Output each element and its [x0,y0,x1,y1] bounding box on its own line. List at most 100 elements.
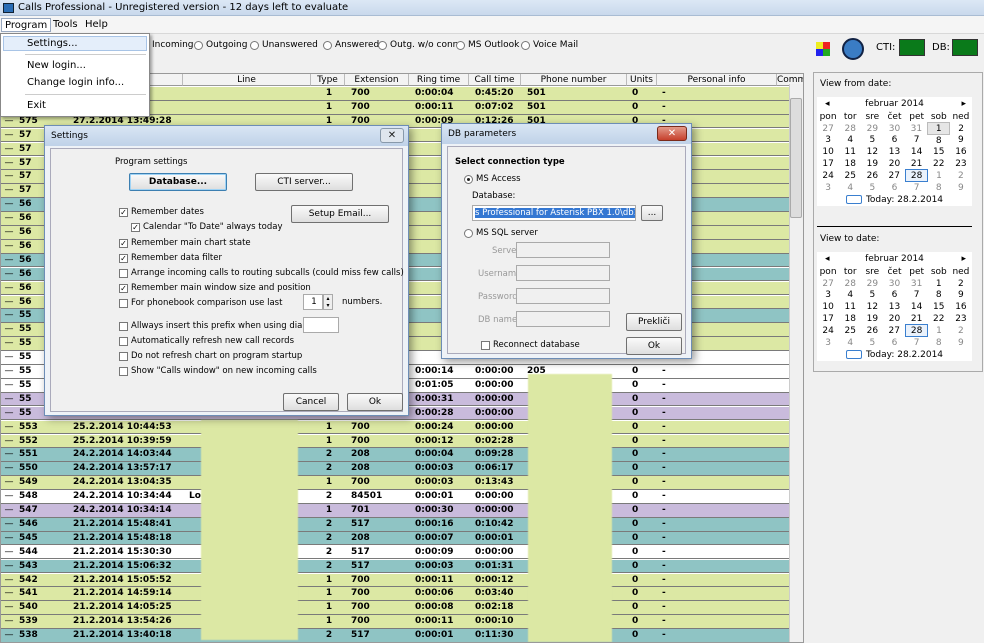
filter-voice-mail[interactable]: Voice Mail [521,40,578,50]
calendar-day[interactable]: 16 [950,301,972,313]
calendar-day[interactable]: 27 [817,278,839,290]
table-row[interactable]: — 545 21.2.2014 15:48:18 2 208 0:00:07 0:00:01… [1,531,789,546]
table-row[interactable]: — 548 24.2.2014 10:34:44 2 84501 0:00:01 0:00:… [1,490,789,504]
radio-icon[interactable] [464,228,473,238]
calendar-day[interactable]: 5 [861,290,883,302]
row-expander-icon[interactable]: — [3,532,15,545]
menu-program[interactable]: Program [1,18,52,32]
col-header-extension[interactable]: Extension [345,74,409,86]
calendar-day[interactable]: 12 [861,301,883,313]
calendar-day[interactable]: 5 [861,135,883,147]
row-expander-icon[interactable]: — [3,129,15,142]
table-row[interactable]: — 540 21.2.2014 14:05:25 1 700 0:00:08 0:02:18… [1,601,789,615]
calendar-day[interactable]: 9 [950,182,972,194]
calendar-day[interactable]: 7 [906,135,928,147]
table-row[interactable]: — 538 21.2.2014 13:40:18 2 517 0:00:01 0:11:30… [1,629,789,642]
calendar-day[interactable]: 4 [839,290,861,302]
opt-auto-refresh[interactable]: Automatically refresh new call records [119,336,294,346]
row-expander-icon[interactable]: — [3,170,15,183]
filter-incoming[interactable]: Incoming [152,40,194,50]
menu-item-change-login[interactable]: Change login info... [27,76,124,90]
filter-outg-wo-conn[interactable]: Outg. w/o conn. [378,40,461,50]
calendar-day[interactable]: 31 [906,278,928,290]
color-legend-icon[interactable] [816,42,830,56]
database-path-input[interactable]: s Professional for Asterisk PBX 1.0\db1.… [472,205,636,221]
calendar-day[interactable]: 20 [883,158,905,170]
calendar-day[interactable]: 2 [950,170,972,182]
col-header-call-time[interactable]: Call time [469,74,521,86]
calendar-day[interactable]: 3 [817,290,839,302]
menu-item-exit[interactable]: Exit [27,99,46,113]
col-header-personal-info[interactable]: Personal info [657,74,777,86]
calendar-day[interactable]: 5 [861,337,883,349]
scrollbar-thumb[interactable] [790,98,802,218]
row-expander-icon[interactable]: — [3,351,15,364]
row-expander-icon[interactable]: — [3,476,15,489]
opt-show-calls-window[interactable]: Show "Calls window" on new incoming call… [119,366,317,376]
table-row[interactable]: — 544 21.2.2014 15:30:30 2 517 0:00:09 0:00:00… [1,545,789,560]
calendar-day[interactable]: 6 [883,337,905,349]
row-expander-icon[interactable]: — [3,435,15,448]
calendar-day[interactable]: 4 [839,182,861,194]
calendar-day[interactable]: 25 [839,325,861,337]
checkbox-icon[interactable] [119,351,128,361]
prev-month-icon[interactable]: ◂ [825,252,830,266]
calendar-day[interactable]: 4 [839,135,861,147]
menu-help[interactable]: Help [82,18,111,32]
checkbox-checked-icon[interactable]: ✓ [119,238,128,248]
row-expander-icon[interactable]: — [3,157,15,170]
calendar-day[interactable]: 6 [883,290,905,302]
opt-insert-prefix[interactable]: Allways insert this prefix when using di… [119,321,313,331]
table-row[interactable]: — 546 21.2.2014 15:48:41 2 517 0:00:16 0:10:42… [1,517,789,532]
prefix-input[interactable] [303,317,339,333]
calendar-day[interactable]: 18 [839,158,861,170]
row-expander-icon[interactable]: — [3,309,15,322]
radio-icon[interactable] [194,40,203,50]
calendar-day[interactable]: 15 [928,301,950,313]
today-link[interactable]: Today: 28.2.2014 [866,350,943,360]
col-header-ring-time[interactable]: Ring time [409,74,469,86]
table-row[interactable]: — 541 21.2.2014 14:59:14 1 700 0:00:06 0:03:40… [1,587,789,602]
filter-ms-outlook[interactable]: MS Outlook [456,40,519,50]
checkbox-checked-icon[interactable]: ✓ [119,253,128,263]
calendar-day[interactable]: 14 [906,146,928,158]
row-expander-icon[interactable]: — [3,615,15,628]
calendar-day[interactable]: 13 [883,146,905,158]
today-link[interactable]: Today: 28.2.2014 [866,195,943,205]
col-header-line[interactable]: Line [183,74,311,86]
next-month-icon[interactable]: ▸ [961,252,966,266]
table-row[interactable]: — 549 24.2.2014 13:04:35 1 700 0:00:03 0:13:43… [1,476,789,490]
calendar-day[interactable]: 2 [950,123,972,135]
row-expander-icon[interactable]: — [3,254,15,267]
calendar-day[interactable]: 5 [861,182,883,194]
radio-ms-access[interactable]: MS Access [464,174,521,184]
checkbox-icon[interactable] [481,340,490,350]
calendar-day[interactable]: 29 [861,278,883,290]
setup-email-button[interactable]: Setup Email... [291,205,389,223]
row-expander-icon[interactable]: — [3,198,15,211]
prev-month-icon[interactable]: ◂ [825,97,830,111]
database-button[interactable]: Database... [129,173,227,191]
checkbox-checked-icon[interactable]: ✓ [119,283,128,293]
row-expander-icon[interactable]: — [3,240,15,253]
opt-remember-dates[interactable]: ✓ Remember dates [119,207,204,217]
calendar-day[interactable]: 26 [861,325,883,337]
calendar-day[interactable]: 1 [928,170,950,182]
calendar-day[interactable]: 14 [906,301,928,313]
calendar-day[interactable]: 7 [906,337,928,349]
calendar-day[interactable]: 31 [906,123,928,135]
calendar-day[interactable]: 8 [928,337,950,349]
db-cancel-button[interactable]: Prekliči [626,313,682,331]
calendar-day[interactable]: 28 [839,123,861,135]
username-input[interactable] [516,265,610,281]
calendar-day[interactable]: 11 [839,301,861,313]
calendar-day[interactable]: 27 [883,170,905,182]
col-header-type[interactable]: Type [311,74,345,86]
row-expander-icon[interactable]: — [3,601,15,614]
radio-icon[interactable] [456,40,465,50]
menu-tools[interactable]: Tools [50,18,81,32]
table-row[interactable]: — 553 25.2.2014 10:44:53 1 700 0:00:24 0:00:00… [1,420,789,435]
calendar-day[interactable]: 15 [928,146,950,158]
close-icon[interactable]: ✕ [380,128,404,143]
calendar-day[interactable]: 6 [883,135,905,147]
